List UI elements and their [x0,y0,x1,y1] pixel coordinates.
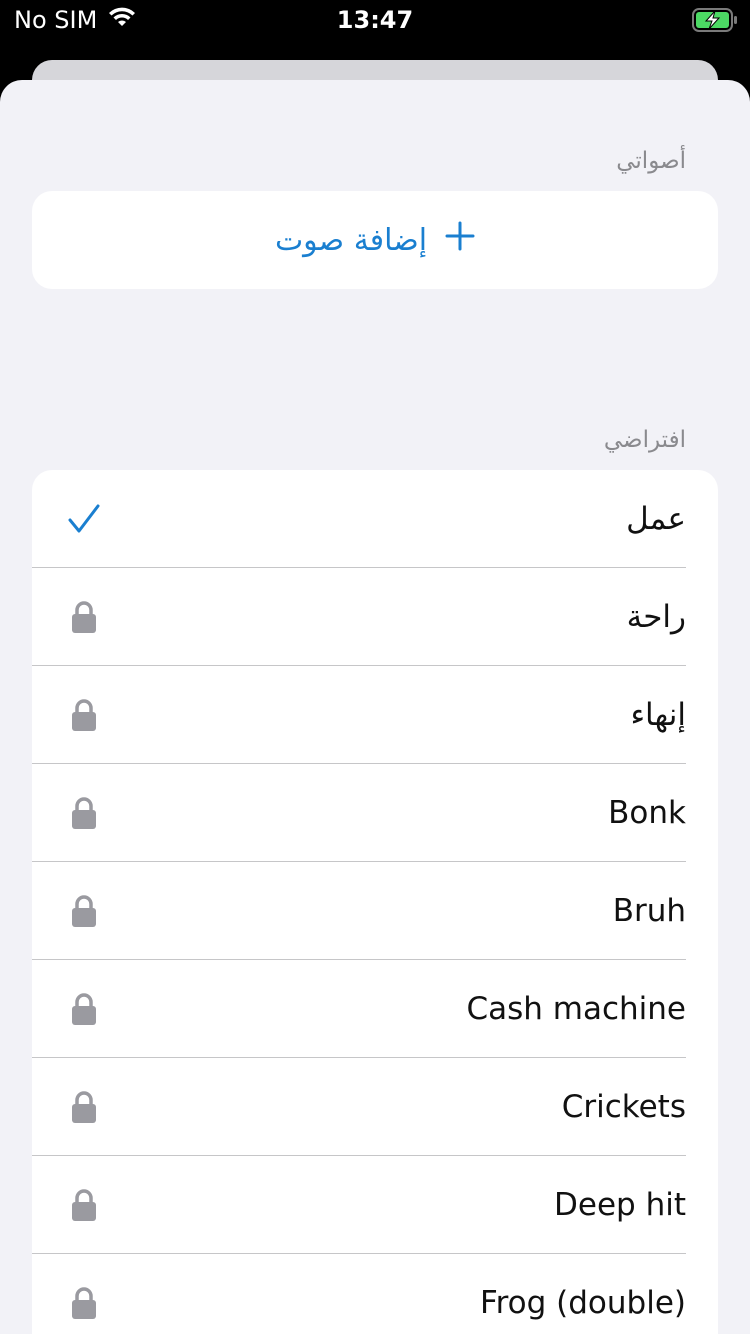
add-sound-button[interactable]: إضافة صوت [32,191,718,289]
lock-icon [66,568,102,666]
sound-row[interactable]: إنهاء [32,666,718,764]
sound-label: عمل [626,501,686,537]
lock-icon [66,862,102,960]
lock-icon [66,1058,102,1156]
sound-row[interactable]: Cash machine [32,960,718,1058]
sound-row[interactable]: عمل [32,470,718,568]
default-sounds-card: عمل راحة إنهاء Bonk Bruh Cash machine Cr… [32,470,718,1334]
lock-icon [66,1156,102,1254]
sound-label: Cash machine [466,991,686,1027]
status-bar: No SIM 13:47 [0,0,750,40]
sound-label: إنهاء [630,697,686,733]
lock-icon [66,960,102,1058]
my-sounds-header: أصواتي [616,148,686,174]
lock-icon [66,764,102,862]
sound-label: Deep hit [554,1187,686,1223]
sound-label: Frog (double) [480,1285,686,1321]
sound-label: Bruh [612,893,686,929]
lock-icon [66,666,102,764]
sound-picker-sheet: أصواتي إضافة صوت افتراضي عمل راحة إنهاء … [0,80,750,1334]
my-sounds-card: إضافة صوت [32,191,718,289]
default-header: افتراضي [603,427,686,453]
checkmark-icon [66,470,102,568]
add-sound-label: إضافة صوت [274,222,428,258]
plus-icon [445,221,475,259]
sound-label: Bonk [608,795,686,831]
sound-row[interactable]: Deep hit [32,1156,718,1254]
sound-label: راحة [626,599,686,635]
sound-row[interactable]: Frog (double) [32,1254,718,1334]
sound-row[interactable]: Bruh [32,862,718,960]
sound-row[interactable]: راحة [32,568,718,666]
sound-label: Crickets [561,1089,686,1125]
status-time: 13:47 [336,6,414,34]
sound-row[interactable]: Crickets [32,1058,718,1156]
lock-icon [66,1254,102,1334]
sound-row[interactable]: Bonk [32,764,718,862]
battery-charging-icon [692,8,738,32]
